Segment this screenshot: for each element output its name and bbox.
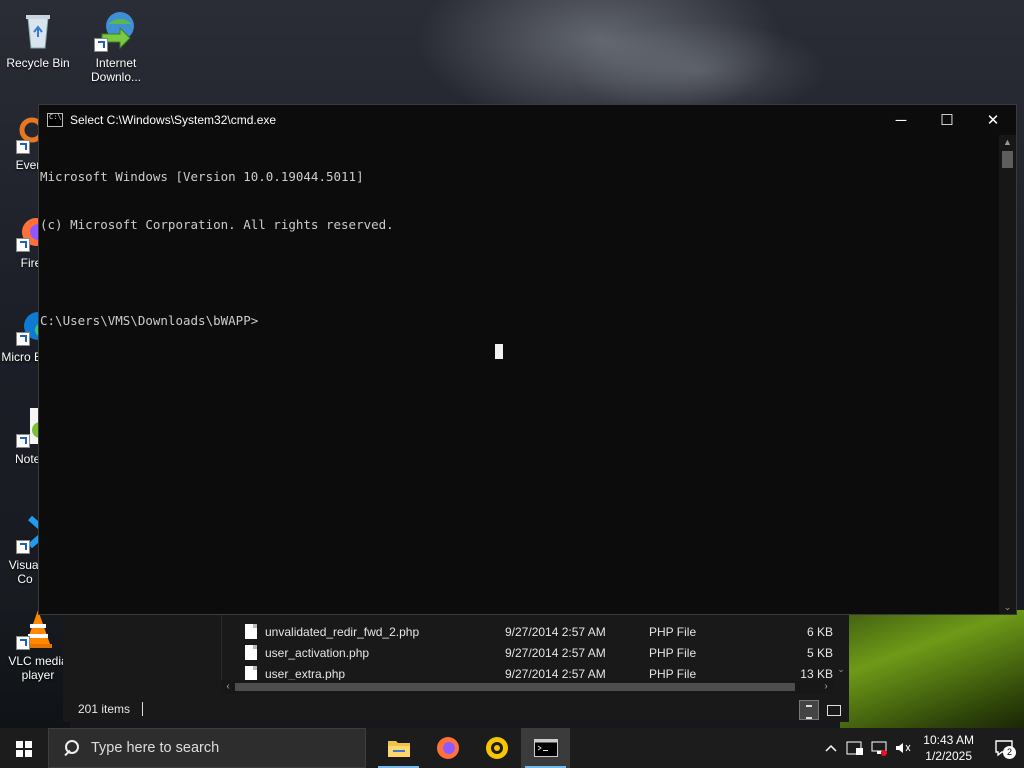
search-icon xyxy=(63,740,79,756)
php-file-icon xyxy=(245,624,257,639)
file-size: 13 KB xyxy=(800,666,833,681)
taskbar-app-yellow[interactable] xyxy=(472,728,521,768)
text-cursor xyxy=(495,344,503,359)
cmd-scrollbar[interactable]: ▲ ⌄ xyxy=(999,135,1016,614)
app-yellow-icon xyxy=(485,737,508,759)
system-tray: 10:43 AM 1/2/2025 2 xyxy=(819,728,1024,768)
navigation-pane[interactable] xyxy=(63,612,222,694)
wallpaper-grass xyxy=(840,610,1024,730)
status-divider xyxy=(142,702,144,716)
defender-warning-icon[interactable] xyxy=(843,728,867,768)
taskbar-search-box[interactable]: Type here to search xyxy=(48,728,366,768)
desktop-icon-label: Recycle Bin xyxy=(6,56,70,70)
cmd-scroll-thumb[interactable] xyxy=(1002,151,1013,168)
window-title: Select C:\Windows\System32\cmd.exe xyxy=(70,113,277,127)
network-icon[interactable] xyxy=(867,728,891,768)
clock[interactable]: 10:43 AM 1/2/2025 xyxy=(923,732,974,764)
desktop-icon-recycle-bin[interactable]: Recycle Bin xyxy=(0,8,76,70)
terminal-line: Microsoft Windows [Version 10.0.19044.50… xyxy=(40,169,364,184)
file-row[interactable]: unvalidated_redir_fwd_2.php 9/27/2014 2:… xyxy=(221,621,841,642)
volume-muted-icon[interactable] xyxy=(891,728,915,768)
idm-globe-icon xyxy=(94,8,138,52)
cmd-title-bar[interactable]: Select C:\Windows\System32\cmd.exe ─ ☐ ✕ xyxy=(39,105,1016,135)
recycle-bin-icon xyxy=(16,8,60,52)
file-type: PHP File xyxy=(649,645,697,660)
close-button[interactable]: ✕ xyxy=(970,105,1016,135)
desktop-icon-label: Internet Downlo... xyxy=(90,56,142,84)
file-type: PHP File xyxy=(649,624,697,639)
clock-time: 10:43 AM xyxy=(923,733,974,747)
horizontal-scrollbar[interactable]: ‹ › xyxy=(221,680,833,694)
file-size: 5 KB xyxy=(806,645,833,660)
shortcut-arrow-icon xyxy=(16,238,30,252)
scroll-left-arrow-icon[interactable]: ‹ xyxy=(221,680,235,694)
file-date: 9/27/2014 2:57 AM xyxy=(505,624,606,639)
clock-date: 1/2/2025 xyxy=(925,749,972,763)
file-size: 6 KB xyxy=(806,624,833,639)
shortcut-arrow-icon xyxy=(16,540,30,554)
shortcut-arrow-icon xyxy=(94,38,108,52)
taskbar-command-prompt[interactable] xyxy=(521,728,570,768)
file-row[interactable]: user_activation.php 9/27/2014 2:57 AM PH… xyxy=(221,642,841,663)
taskbar-file-explorer[interactable] xyxy=(374,728,423,768)
taskbar-firefox[interactable] xyxy=(423,728,472,768)
taskbar: Type here to search 10:43 AM 1/2/2025 2 xyxy=(0,728,1024,768)
file-date: 9/27/2014 2:57 AM xyxy=(505,645,606,660)
shortcut-arrow-icon xyxy=(16,332,30,346)
windows-logo-icon xyxy=(16,741,32,757)
php-file-icon xyxy=(245,666,257,681)
scroll-right-arrow-icon[interactable]: › xyxy=(819,680,833,694)
large-icons-view-icon[interactable] xyxy=(823,700,843,720)
scroll-down-arrow-icon[interactable]: ⌄ xyxy=(999,600,1016,614)
file-date: 9/27/2014 2:57 AM xyxy=(505,666,606,681)
file-name: user_extra.php xyxy=(265,666,346,681)
terminal-output[interactable]: Microsoft Windows [Version 10.0.19044.50… xyxy=(39,135,999,614)
status-bar: 201 items xyxy=(63,696,849,722)
file-explorer-window[interactable]: unvalidated_redir_fwd_2.php 9/27/2014 2:… xyxy=(63,612,849,722)
item-count: 201 items xyxy=(78,702,131,716)
shortcut-arrow-icon xyxy=(16,636,30,650)
action-center-button[interactable]: 2 xyxy=(984,728,1024,768)
terminal-prompt: C:\Users\VMS\Downloads\bWAPP> xyxy=(40,313,259,328)
scroll-up-arrow-icon[interactable]: ▲ xyxy=(999,135,1016,149)
scroll-down-arrow-icon[interactable]: ⌄ xyxy=(833,664,849,675)
terminal-line: (c) Microsoft Corporation. All rights re… xyxy=(40,217,394,232)
shortcut-arrow-icon xyxy=(16,434,30,448)
maximize-button[interactable]: ☐ xyxy=(924,105,970,135)
details-view-icon[interactable] xyxy=(799,700,819,720)
cmd-window[interactable]: Select C:\Windows\System32\cmd.exe ─ ☐ ✕… xyxy=(38,104,1017,615)
show-hidden-icons-chevron-up-icon[interactable] xyxy=(819,728,843,768)
php-file-icon xyxy=(245,645,257,660)
vertical-scrollbar[interactable]: ⌄ xyxy=(833,612,849,682)
shortcut-arrow-icon xyxy=(16,140,30,154)
firefox-icon xyxy=(436,737,459,759)
cmd-icon xyxy=(533,739,558,757)
search-placeholder: Type here to search xyxy=(91,740,220,756)
start-button[interactable] xyxy=(0,728,48,768)
desktop-icon-internet-download-manager[interactable]: Internet Downlo... xyxy=(78,8,154,84)
minimize-button[interactable]: ─ xyxy=(878,105,924,135)
desktop-icon-label: VLC media player xyxy=(8,654,68,682)
file-name: user_activation.php xyxy=(265,645,370,660)
folder-icon xyxy=(387,741,410,757)
file-name: unvalidated_redir_fwd_2.php xyxy=(265,624,420,639)
notification-badge: 2 xyxy=(1003,746,1016,759)
file-type: PHP File xyxy=(649,666,697,681)
cmd-app-icon xyxy=(47,113,63,127)
horizontal-scroll-thumb[interactable] xyxy=(235,683,795,691)
